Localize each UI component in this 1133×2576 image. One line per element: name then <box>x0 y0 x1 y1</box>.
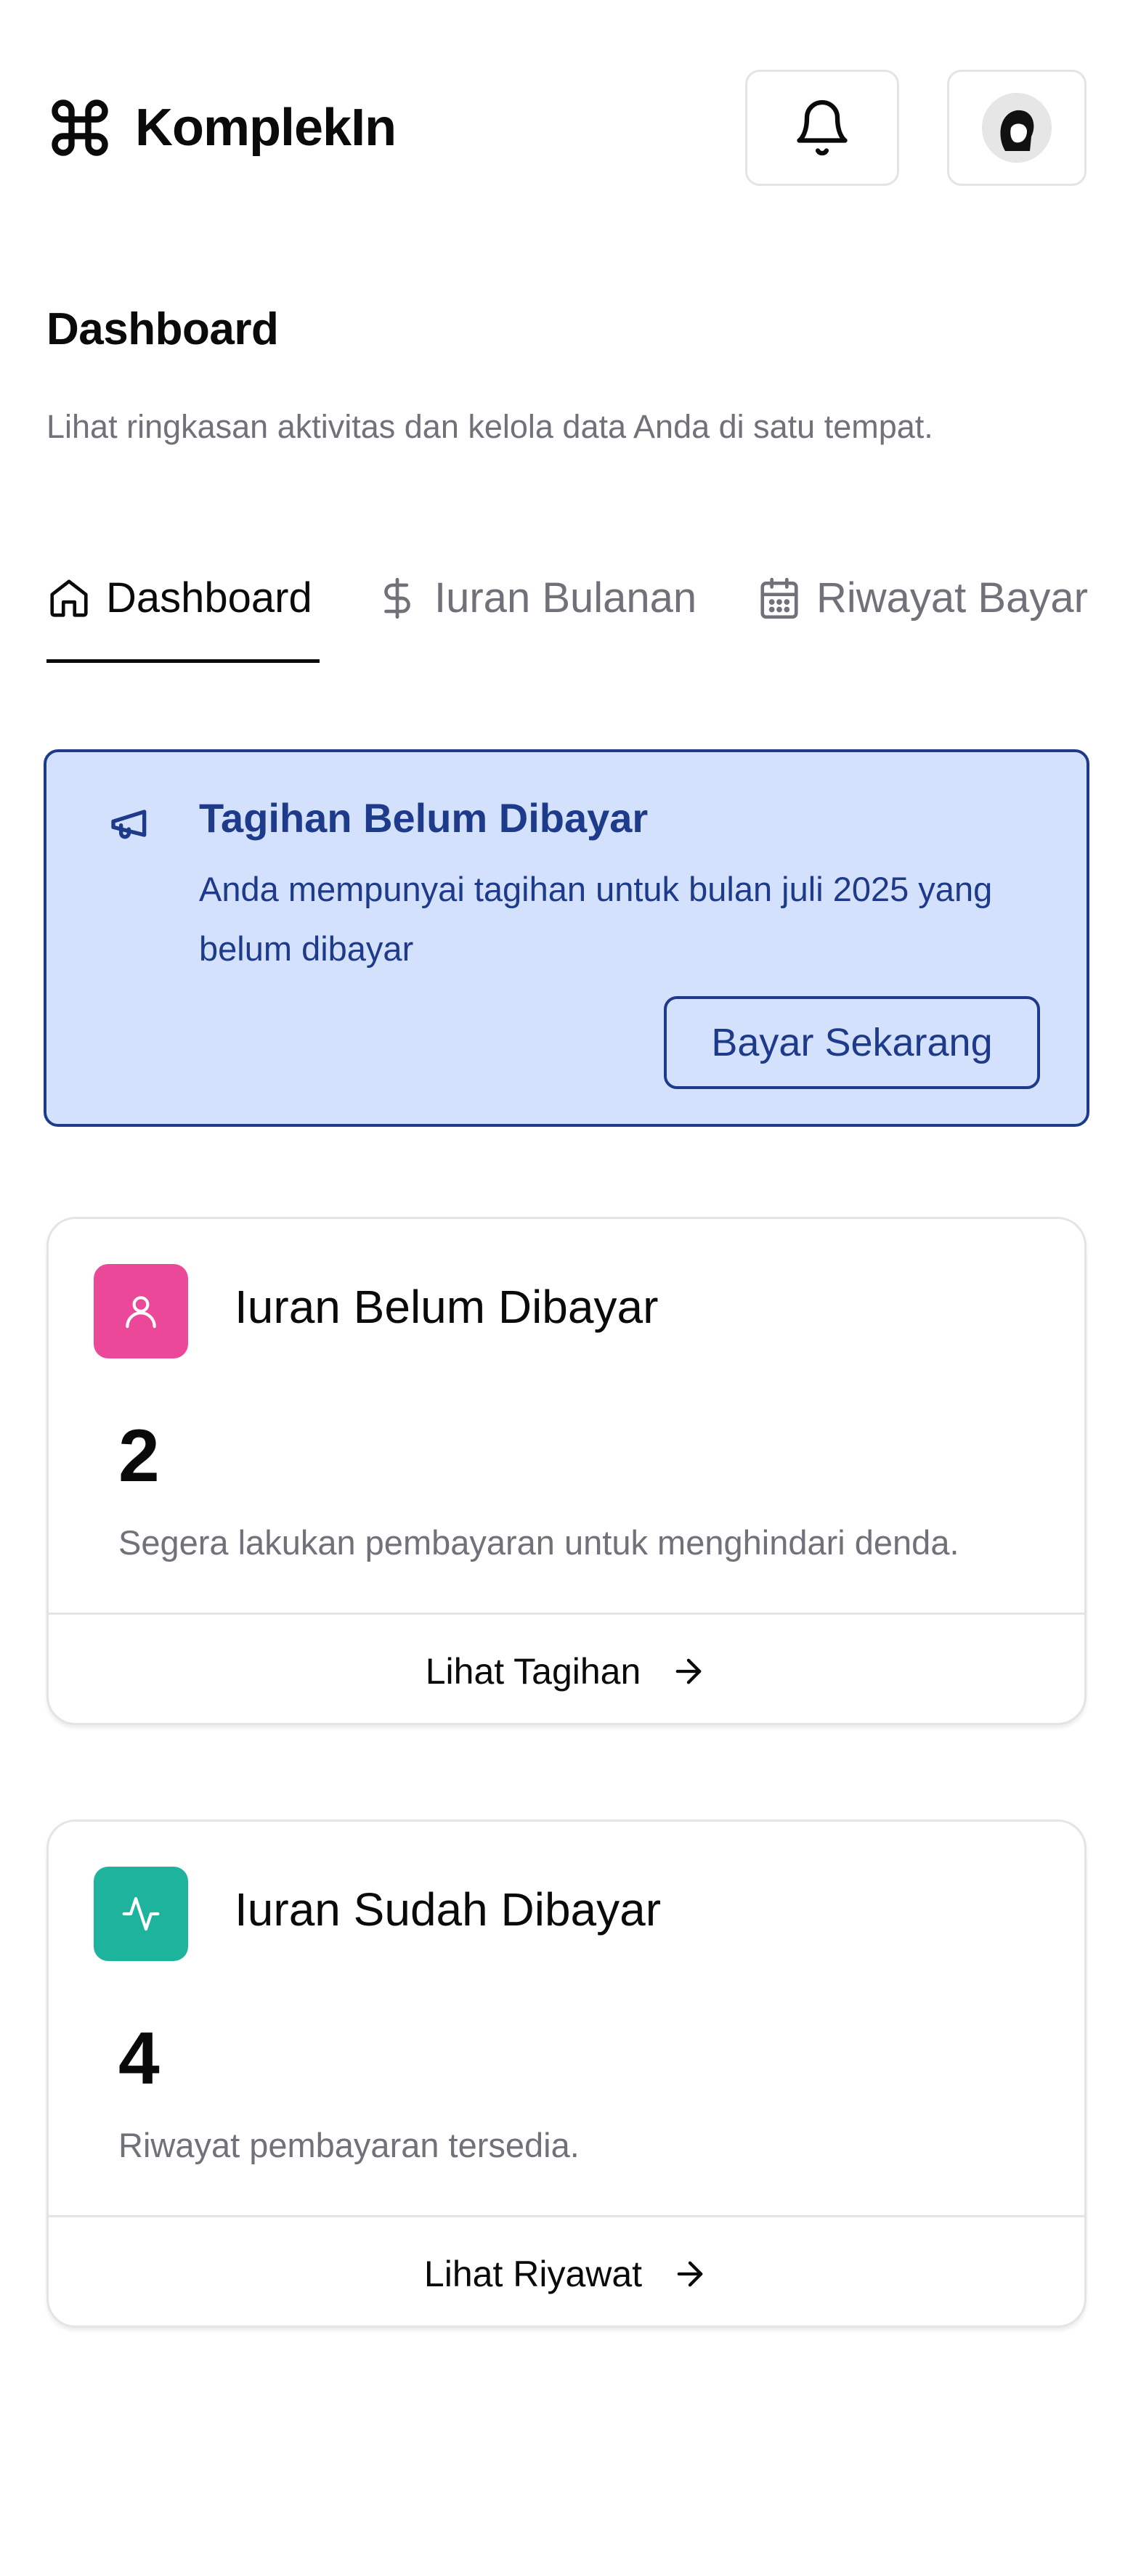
calendar-icon <box>760 577 798 619</box>
paid-dues-card: Iuran Sudah Dibayar 4 Riwayat pembayaran… <box>46 1819 1087 2328</box>
tab-dashboard[interactable]: Dashboard <box>46 574 312 622</box>
dollar-icon <box>384 577 410 619</box>
tab-riwayat-bayar[interactable]: Riwayat Bayar <box>757 574 1088 622</box>
card-value: 2 <box>118 1414 160 1497</box>
bell-icon <box>797 99 848 156</box>
activity-icon <box>122 1896 160 1931</box>
home-icon <box>50 579 88 617</box>
link-label: Lihat Riyawat <box>423 2253 643 2294</box>
view-history-link[interactable]: Lihat Riyawat <box>49 2217 1084 2326</box>
link-label: Lihat Tagihan <box>425 1650 641 1692</box>
alert-description: Anda mempunyai tagihan untuk bulan juli … <box>199 870 993 968</box>
card-description: Riwayat pembayaran tersedia. <box>118 2126 580 2164</box>
brand[interactable]: KomplekIn <box>46 94 397 161</box>
tab-bar: Dashboard Iuran Bulanan Riwayat Bayar <box>46 566 1088 665</box>
user-icon <box>126 1296 156 1329</box>
megaphone-icon <box>111 810 147 839</box>
arrow-right-icon <box>675 1658 702 1684</box>
card-title: Iuran Sudah Dibayar <box>235 1883 662 1936</box>
top-header: KomplekIn <box>46 70 1087 186</box>
tab-iuran-bulanan[interactable]: Iuran Bulanan <box>375 574 697 622</box>
header-actions <box>745 70 1087 186</box>
active-tab-indicator <box>46 659 320 663</box>
pay-now-button[interactable]: Bayar Sekarang <box>664 996 1040 1089</box>
unpaid-dues-card: Iuran Belum Dibayar 2 Segera lakukan pem… <box>46 1217 1087 1725</box>
tab-label: Dashboard <box>106 574 312 621</box>
avatar <box>982 93 1052 163</box>
unpaid-bill-alert: Tagihan Belum Dibayar Anda mempunyai tag… <box>44 749 1089 1127</box>
alert-title: Tagihan Belum Dibayar <box>199 795 649 841</box>
notification-button[interactable] <box>745 70 899 186</box>
view-bills-link[interactable]: Lihat Tagihan <box>49 1615 1084 1723</box>
page: KomplekIn Dashboard Lihat ringkasan akti… <box>0 0 1133 2576</box>
tab-label: Riwayat Bayar <box>816 574 1088 621</box>
card-icon-badge <box>94 1867 188 1961</box>
card-description: Segera lakukan pembayaran untuk menghind… <box>118 1523 959 1562</box>
card-value: 4 <box>118 2017 160 2100</box>
card-title: Iuran Belum Dibayar <box>235 1281 659 1333</box>
profile-button[interactable] <box>947 70 1087 186</box>
page-title: Dashboard <box>46 304 279 354</box>
arrow-right-icon <box>677 2261 703 2286</box>
card-icon-badge <box>94 1264 188 1358</box>
brand-name: KomplekIn <box>135 99 397 157</box>
command-icon <box>52 99 108 156</box>
tab-label: Iuran Bulanan <box>434 574 697 621</box>
page-subtitle: Lihat ringkasan aktivitas dan kelola dat… <box>46 408 933 445</box>
